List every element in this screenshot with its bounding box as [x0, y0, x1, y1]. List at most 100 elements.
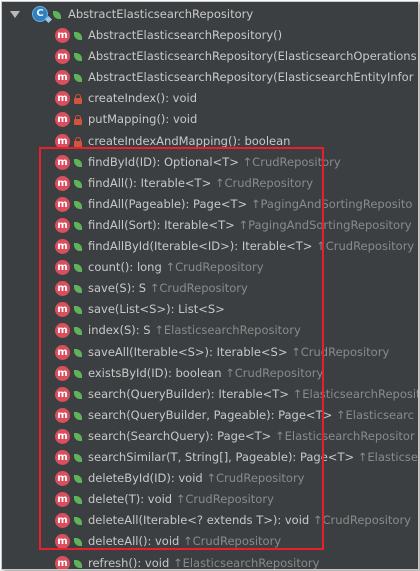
method-row[interactable]: m AbstractElasticsearchRepository(Elastic… — [2, 46, 418, 67]
method-row[interactable]: m createIndexAndMapping(): boolean — [2, 131, 418, 152]
method-icon: m — [55, 239, 70, 254]
method-label: searchSimilar(T, String[], Pageable): Pa… — [88, 447, 418, 468]
method-icon: m — [55, 365, 70, 381]
method-signature: search(QueryBuilder, Pageable): Page<T> — [88, 407, 333, 422]
method-row[interactable]: m AbstractElasticsearchRepository(Elastic… — [2, 67, 418, 88]
method-icon: m — [55, 281, 70, 297]
method-row[interactable]: m saveAll(Iterable<S>): Iterable<S> ↑Crud… — [2, 342, 418, 363]
method-label: existsById(ID): boolean ↑CrudRepository — [88, 363, 323, 384]
method-label: saveAll(Iterable<S>): Iterable<S> ↑CrudR… — [88, 342, 389, 363]
method-icon: m — [55, 407, 70, 423]
method-icon: m — [55, 386, 70, 402]
method-row[interactable]: m refresh(): void ↑ElasticsearchRepositor… — [2, 553, 418, 570]
method-signature: deleteAll(Iterable<? extends T>): void — [88, 513, 310, 528]
method-signature: searchSimilar(T, String[], Pageable): Pa… — [88, 450, 355, 464]
public-icon — [73, 348, 83, 358]
private-lock-icon — [73, 94, 83, 105]
public-icon — [73, 453, 83, 463]
method-label: findAll(Sort): Iterable<T> ↑PagingAndSor… — [88, 215, 412, 236]
method-row[interactable]: m searchSimilar(T, String[], Pageable): P… — [2, 447, 418, 468]
method-label: findById(ID): Optional<T> ↑CrudRepositor… — [88, 152, 341, 173]
method-row[interactable]: m putMapping(): void — [2, 109, 418, 130]
method-label: deleteById(ID): void ↑CrudRepository — [88, 468, 305, 489]
method-icon: m — [55, 492, 70, 508]
method-origin: ↑ElasticsearchRepository — [154, 323, 301, 338]
public-icon — [73, 559, 83, 569]
method-row[interactable]: m index(S): S ↑ElasticsearchRepository — [2, 320, 418, 341]
method-row[interactable]: m deleteAll(): void ↑CrudRepository — [2, 531, 418, 552]
method-row[interactable]: m findAllById(Iterable<ID>): Iterable<T> … — [2, 236, 418, 257]
method-signature: findAll(): Iterable<T> — [88, 175, 212, 190]
method-icon: m — [55, 513, 70, 529]
method-row[interactable]: m deleteById(ID): void ↑CrudRepository — [2, 468, 418, 489]
method-signature: deleteById(ID): void — [88, 471, 203, 486]
public-icon — [73, 263, 83, 273]
method-row[interactable]: m findById(ID): Optional<T> ↑CrudReposito… — [2, 152, 418, 173]
method-origin: ↑CrudRepository — [206, 471, 305, 486]
method-icon: m — [55, 154, 70, 170]
public-icon — [52, 10, 62, 20]
method-signature: save(List<S>): List<S> — [88, 302, 225, 317]
method-row[interactable]: m findAll(): Iterable<T> ↑CrudRepository — [2, 173, 418, 194]
method-origin: ↑Elasticse — [357, 450, 418, 464]
method-origin: ↑CrudRepository — [149, 281, 248, 296]
method-icon: m — [55, 534, 70, 550]
method-label: index(S): S ↑ElasticsearchRepository — [88, 320, 301, 341]
method-label: findAll(Pageable): Page<T> ↑PagingAndSor… — [88, 194, 412, 215]
method-origin: ↑CrudRepository — [242, 154, 341, 169]
method-icon: m — [55, 450, 70, 465]
public-icon — [73, 390, 83, 400]
method-label: putMapping(): void — [88, 109, 197, 130]
method-label: AbstractElasticsearchRepository() — [88, 25, 282, 46]
method-icon: m — [55, 112, 70, 128]
method-row[interactable]: m findAll(Pageable): Page<T> ↑PagingAndSo… — [2, 194, 418, 215]
method-label: search(SearchQuery): Page<T> ↑Elasticsea… — [88, 426, 415, 447]
method-label: save(S): S ↑CrudRepository — [88, 278, 248, 299]
method-origin: ↑CrudRepository — [225, 365, 324, 380]
method-icon: m — [55, 260, 70, 276]
method-signature: AbstractElasticsearchRepository(Elastics… — [88, 49, 417, 64]
method-icon: m — [55, 49, 70, 65]
method-label: delete(T): void ↑CrudRepository — [88, 489, 274, 510]
method-label: AbstractElasticsearchRepository(Elastics… — [88, 46, 417, 67]
method-row[interactable]: m count(): long ↑CrudRepository — [2, 257, 418, 278]
method-icon: m — [55, 133, 70, 149]
method-icon: m — [55, 428, 70, 444]
method-row[interactable]: m createIndex(): void — [2, 88, 418, 109]
public-icon — [73, 411, 83, 421]
method-origin: ↑CrudRepository — [291, 344, 390, 359]
class-node[interactable]: C AbstractElasticsearchRepository — [2, 4, 418, 25]
method-row[interactable]: m search(QueryBuilder, Pageable): Page<T>… — [2, 405, 418, 426]
public-icon — [73, 516, 83, 526]
public-icon — [73, 369, 83, 379]
method-row[interactable]: m deleteAll(Iterable<? extends T>): void … — [2, 510, 418, 531]
method-signature: index(S): S — [88, 323, 151, 338]
method-signature: findById(ID): Optional<T> — [88, 154, 239, 169]
method-row[interactable]: m search(QueryBuilder): Iterable<T> ↑Elas… — [2, 384, 418, 405]
method-origin: ↑CrudRepository — [214, 175, 314, 190]
public-icon — [73, 221, 83, 231]
method-icon: m — [55, 196, 70, 212]
method-row[interactable]: m search(SearchQuery): Page<T> ↑Elasticse… — [2, 426, 418, 447]
public-icon — [73, 326, 83, 336]
method-row[interactable]: m existsById(ID): boolean ↑CrudRepository — [2, 363, 418, 384]
method-row[interactable]: m AbstractElasticsearchRepository() — [2, 25, 418, 46]
method-origin: ↑CrudRepository — [175, 492, 274, 507]
method-signature: search(SearchQuery): Page<T> — [88, 428, 272, 443]
method-label: deleteAll(): void ↑CrudRepository — [88, 531, 281, 552]
method-row[interactable]: m save(S): S ↑CrudRepository — [2, 278, 418, 299]
public-icon — [73, 73, 83, 83]
public-icon — [73, 31, 83, 41]
private-lock-icon — [73, 136, 83, 147]
method-icon: m — [55, 555, 70, 569]
method-icon: m — [55, 28, 70, 43]
method-label: refresh(): void ↑ElasticsearchRepository — [88, 553, 319, 570]
expand-arrow-icon[interactable] — [10, 11, 20, 18]
method-row[interactable]: m delete(T): void ↑CrudRepository — [2, 489, 418, 510]
public-icon — [73, 284, 83, 294]
public-icon — [73, 242, 83, 252]
method-label: createIndex(): void — [88, 88, 197, 109]
method-row[interactable]: m save(List<S>): List<S> — [2, 299, 418, 320]
method-row[interactable]: m findAll(Sort): Iterable<T> ↑PagingAndSo… — [2, 215, 418, 236]
method-origin: ↑CrudRepository — [182, 534, 282, 549]
